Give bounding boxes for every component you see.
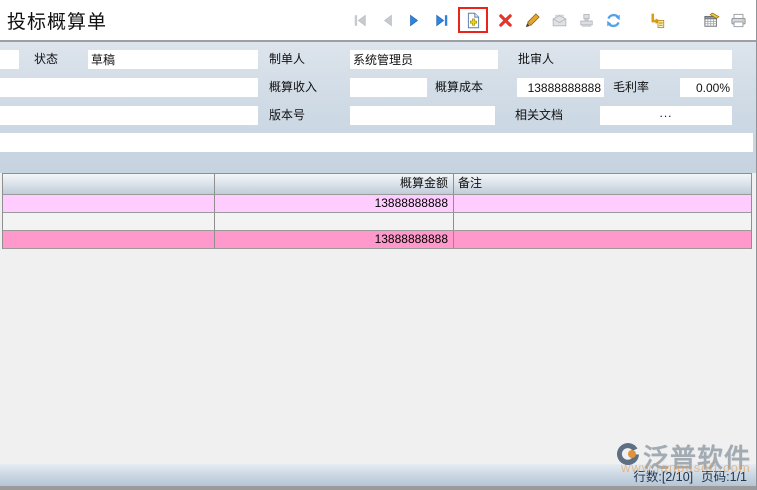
cost-field[interactable] <box>517 78 604 97</box>
col-header-item[interactable] <box>3 174 215 194</box>
last-record-icon[interactable] <box>431 10 451 30</box>
cell-amount[interactable]: 13888888888 <box>215 231 454 248</box>
approver-field[interactable] <box>600 50 732 69</box>
add-record-icon[interactable] <box>463 10 483 30</box>
col-header-amount[interactable]: 概算金额 <box>215 174 454 194</box>
remark-field[interactable] <box>0 133 753 152</box>
margin-field[interactable] <box>680 78 733 97</box>
table-total-row[interactable]: 13888888888 <box>3 230 751 249</box>
previous-record-icon[interactable] <box>377 10 397 30</box>
toolbar <box>350 7 756 33</box>
table-row[interactable]: 13888888888 <box>3 194 751 212</box>
delete-record-icon[interactable] <box>495 10 515 30</box>
col-header-remark[interactable]: 备注 <box>454 174 751 194</box>
page-number-text: 页码:1/1 <box>701 466 747 485</box>
status-bar: 行数:[2/10] 页码:1/1 <box>0 463 756 490</box>
cell-remark[interactable] <box>454 231 751 248</box>
cell-amount[interactable] <box>215 213 454 230</box>
title-bar: 投标概算单 <box>0 0 756 40</box>
print-icon[interactable] <box>728 10 748 30</box>
creator-field[interactable] <box>350 50 498 69</box>
table-row[interactable] <box>3 212 751 230</box>
related-docs-label: 相关文档 <box>515 106 563 125</box>
page-title: 投标概算单 <box>0 7 107 34</box>
cost-label: 概算成本 <box>435 78 483 97</box>
cell-remark[interactable] <box>454 195 751 212</box>
status-field[interactable] <box>88 50 258 69</box>
row-count-text: 行数:[2/10] <box>633 466 693 485</box>
version-field[interactable] <box>350 106 495 125</box>
form-area: 状态 制单人 批审人 概算收入 概算成本 毛利率 版本号 相关文档 ... <box>0 42 756 173</box>
submit-record-icon[interactable] <box>549 10 569 30</box>
serial-field[interactable] <box>0 50 19 69</box>
status-label: 状态 <box>34 50 58 69</box>
income-label: 概算收入 <box>269 78 317 97</box>
approve-record-icon[interactable] <box>576 10 596 30</box>
detail-area: 概算金额 备注 13888888888 13888888888 <box>0 173 756 464</box>
cell-item[interactable] <box>3 213 215 230</box>
income-field[interactable] <box>350 78 427 97</box>
edit-record-icon[interactable] <box>522 10 542 30</box>
row3-left-field[interactable] <box>0 106 258 125</box>
cell-remark[interactable] <box>454 213 751 230</box>
refresh-icon[interactable] <box>603 10 623 30</box>
margin-label: 毛利率 <box>613 78 649 97</box>
creator-label: 制单人 <box>269 50 305 69</box>
next-record-icon[interactable] <box>404 10 424 30</box>
schedule-edit-icon[interactable] <box>701 10 721 30</box>
cell-item[interactable] <box>3 231 215 248</box>
app-window: 投标概算单 <box>0 0 757 490</box>
version-label: 版本号 <box>269 106 305 125</box>
estimate-table: 概算金额 备注 13888888888 13888888888 <box>2 173 752 249</box>
cell-amount[interactable]: 13888888888 <box>215 195 454 212</box>
row2-left-field[interactable] <box>0 78 258 97</box>
related-docs-browse-button[interactable]: ... <box>600 106 732 125</box>
add-record-highlight[interactable] <box>458 7 488 33</box>
table-header-row: 概算金额 备注 <box>3 174 751 194</box>
cell-item[interactable] <box>3 195 215 212</box>
approver-label: 批审人 <box>518 50 554 69</box>
detail-list-icon[interactable] <box>646 10 666 30</box>
first-record-icon[interactable] <box>350 10 370 30</box>
